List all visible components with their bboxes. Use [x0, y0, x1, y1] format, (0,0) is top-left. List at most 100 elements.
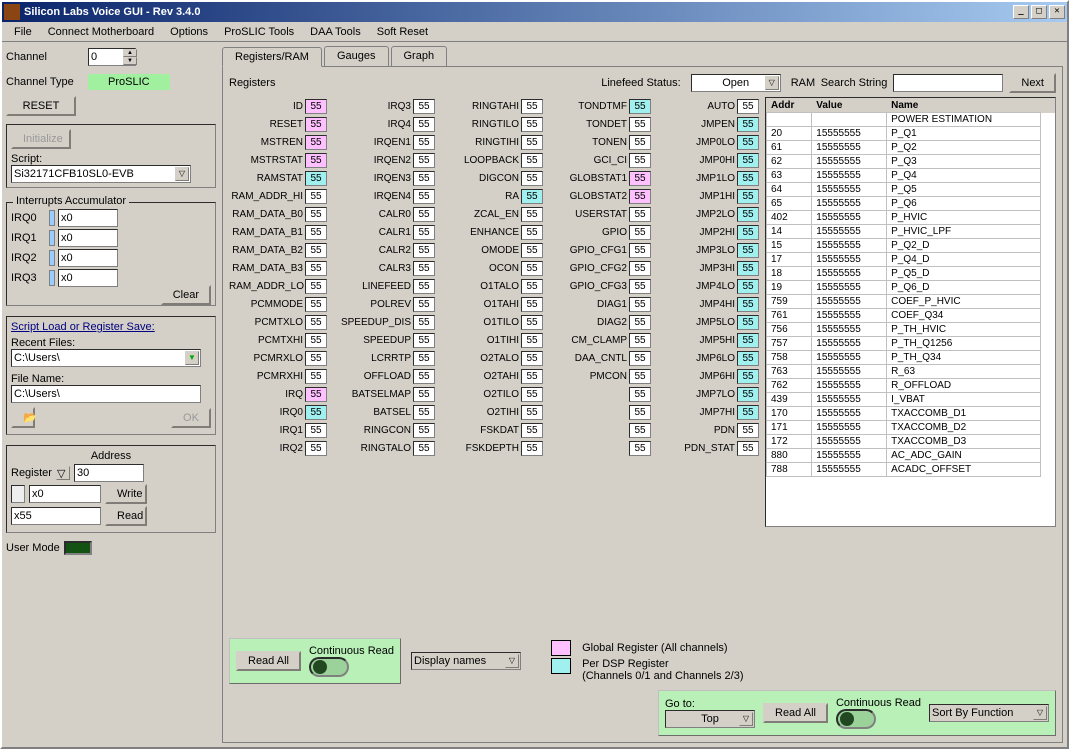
table-row[interactable]: 6215555555P_Q3 [767, 155, 1055, 169]
reg-value[interactable]: 55 [521, 315, 543, 330]
ram-cell[interactable]: 402 [767, 211, 812, 225]
ram-cell[interactable]: P_Q5_D [887, 267, 1041, 281]
ram-cell[interactable]: 15555555 [812, 169, 887, 183]
ram-cell[interactable]: TXACCOMB_D2 [887, 421, 1041, 435]
ram-cell[interactable]: 757 [767, 337, 812, 351]
table-row[interactable]: POWER ESTIMATION [767, 113, 1055, 127]
ram-col-header[interactable]: Value [812, 99, 887, 113]
ram-cell[interactable]: 15555555 [812, 337, 887, 351]
reg-value[interactable]: 55 [629, 279, 651, 294]
reg-value[interactable]: 55 [629, 333, 651, 348]
reg-value[interactable]: 55 [737, 297, 759, 312]
reg-value[interactable]: 55 [521, 171, 543, 186]
table-row[interactable]: 76215555555R_OFFLOAD [767, 379, 1055, 393]
reg-value[interactable]: 55 [305, 369, 327, 384]
reg-value[interactable]: 55 [737, 261, 759, 276]
ram-read-all-button[interactable]: Read All [763, 703, 828, 723]
table-row[interactable]: 17215555555TXACCOMB_D3 [767, 435, 1055, 449]
reg-value[interactable]: 55 [737, 135, 759, 150]
tab-graph[interactable]: Graph [391, 46, 448, 66]
reg-value[interactable]: 55 [413, 117, 435, 132]
reg-value[interactable]: 55 [629, 441, 651, 456]
write-value-input[interactable] [29, 485, 101, 503]
ram-cell[interactable]: 19 [767, 281, 812, 295]
reg-value[interactable]: 55 [305, 171, 327, 186]
browse-button[interactable]: 📂 [11, 407, 35, 428]
reg-value[interactable]: 55 [737, 171, 759, 186]
read-all-button[interactable]: Read All [236, 651, 301, 671]
reg-value[interactable]: 55 [305, 351, 327, 366]
ram-table[interactable]: AddrValueNamePOWER ESTIMATION2015555555P… [765, 97, 1056, 527]
ram-cell[interactable]: 15555555 [812, 407, 887, 421]
reg-value[interactable]: 55 [413, 225, 435, 240]
ram-cell[interactable]: P_Q6 [887, 197, 1041, 211]
reg-value[interactable]: 55 [413, 423, 435, 438]
reg-value[interactable]: 55 [737, 207, 759, 222]
reg-value[interactable]: 55 [629, 315, 651, 330]
ram-cell[interactable]: 15555555 [812, 281, 887, 295]
recent-files-combo[interactable]: C:\Users\ ▼ [11, 349, 201, 367]
table-row[interactable]: 17015555555TXACCOMB_D1 [767, 407, 1055, 421]
ram-cell[interactable]: P_Q4 [887, 169, 1041, 183]
ram-cell[interactable]: P_Q2_D [887, 239, 1041, 253]
reg-value[interactable]: 55 [737, 315, 759, 330]
reg-value[interactable]: 55 [413, 387, 435, 402]
linefeed-combo[interactable]: Open ▽ [691, 74, 781, 92]
reg-value[interactable]: 55 [737, 243, 759, 258]
ram-cell[interactable]: I_VBAT [887, 393, 1041, 407]
reg-value[interactable]: 55 [521, 135, 543, 150]
irq-input[interactable] [58, 269, 118, 287]
ram-cell[interactable]: 15555555 [812, 197, 887, 211]
ram-cell[interactable]: 15555555 [812, 463, 887, 477]
ram-cell[interactable]: P_Q3 [887, 155, 1041, 169]
ram-cell[interactable]: P_Q5 [887, 183, 1041, 197]
ram-cell[interactable]: P_HVIC_LPF [887, 225, 1041, 239]
ram-cell[interactable]: 15555555 [812, 309, 887, 323]
reg-value[interactable]: 55 [629, 405, 651, 420]
table-row[interactable]: 40215555555P_HVIC [767, 211, 1055, 225]
ram-cell[interactable]: 439 [767, 393, 812, 407]
maximize-button[interactable]: □ [1031, 5, 1047, 19]
reg-value[interactable]: 55 [305, 387, 327, 402]
reg-value[interactable]: 55 [413, 153, 435, 168]
reg-value[interactable]: 55 [413, 405, 435, 420]
ram-cell[interactable]: 15555555 [812, 295, 887, 309]
reg-value[interactable]: 55 [305, 261, 327, 276]
table-row[interactable]: 6515555555P_Q6 [767, 197, 1055, 211]
reg-value[interactable]: 55 [521, 333, 543, 348]
read-value-input[interactable] [11, 507, 101, 525]
menu-daa-tools[interactable]: DAA Tools [302, 24, 369, 40]
reg-value[interactable]: 55 [413, 315, 435, 330]
table-row[interactable]: 88015555555AC_ADC_GAIN [767, 449, 1055, 463]
reg-value[interactable]: 55 [521, 117, 543, 132]
reset-button[interactable]: RESET [6, 96, 76, 116]
ram-cell[interactable]: 15 [767, 239, 812, 253]
reg-value[interactable]: 55 [737, 189, 759, 204]
reg-value[interactable]: 55 [629, 153, 651, 168]
reg-value[interactable]: 55 [413, 171, 435, 186]
ram-cell[interactable]: 15555555 [812, 435, 887, 449]
ram-cell[interactable]: 15555555 [812, 141, 887, 155]
reg-value[interactable]: 55 [629, 423, 651, 438]
ram-cell[interactable]: 172 [767, 435, 812, 449]
table-row[interactable]: 1815555555P_Q5_D [767, 267, 1055, 281]
table-row[interactable]: 6115555555P_Q2 [767, 141, 1055, 155]
reg-value[interactable]: 55 [737, 405, 759, 420]
ram-cell[interactable]: 880 [767, 449, 812, 463]
initialize-button[interactable]: Initialize [11, 129, 71, 149]
minimize-button[interactable]: _ [1013, 5, 1029, 19]
table-row[interactable]: 2015555555P_Q1 [767, 127, 1055, 141]
ram-cell[interactable]: 171 [767, 421, 812, 435]
table-row[interactable]: 75815555555P_TH_Q34 [767, 351, 1055, 365]
ram-cell[interactable]: 15555555 [812, 267, 887, 281]
reg-value[interactable]: 55 [521, 441, 543, 456]
ram-cell[interactable]: 15555555 [812, 239, 887, 253]
ram-cell[interactable]: 62 [767, 155, 812, 169]
ram-cell[interactable]: 15555555 [812, 393, 887, 407]
reg-value[interactable]: 55 [521, 225, 543, 240]
file-name-input[interactable] [11, 385, 201, 403]
reg-value[interactable]: 55 [629, 207, 651, 222]
ram-cell[interactable]: 788 [767, 463, 812, 477]
ram-cell[interactable]: P_Q2 [887, 141, 1041, 155]
reg-value[interactable]: 55 [629, 351, 651, 366]
